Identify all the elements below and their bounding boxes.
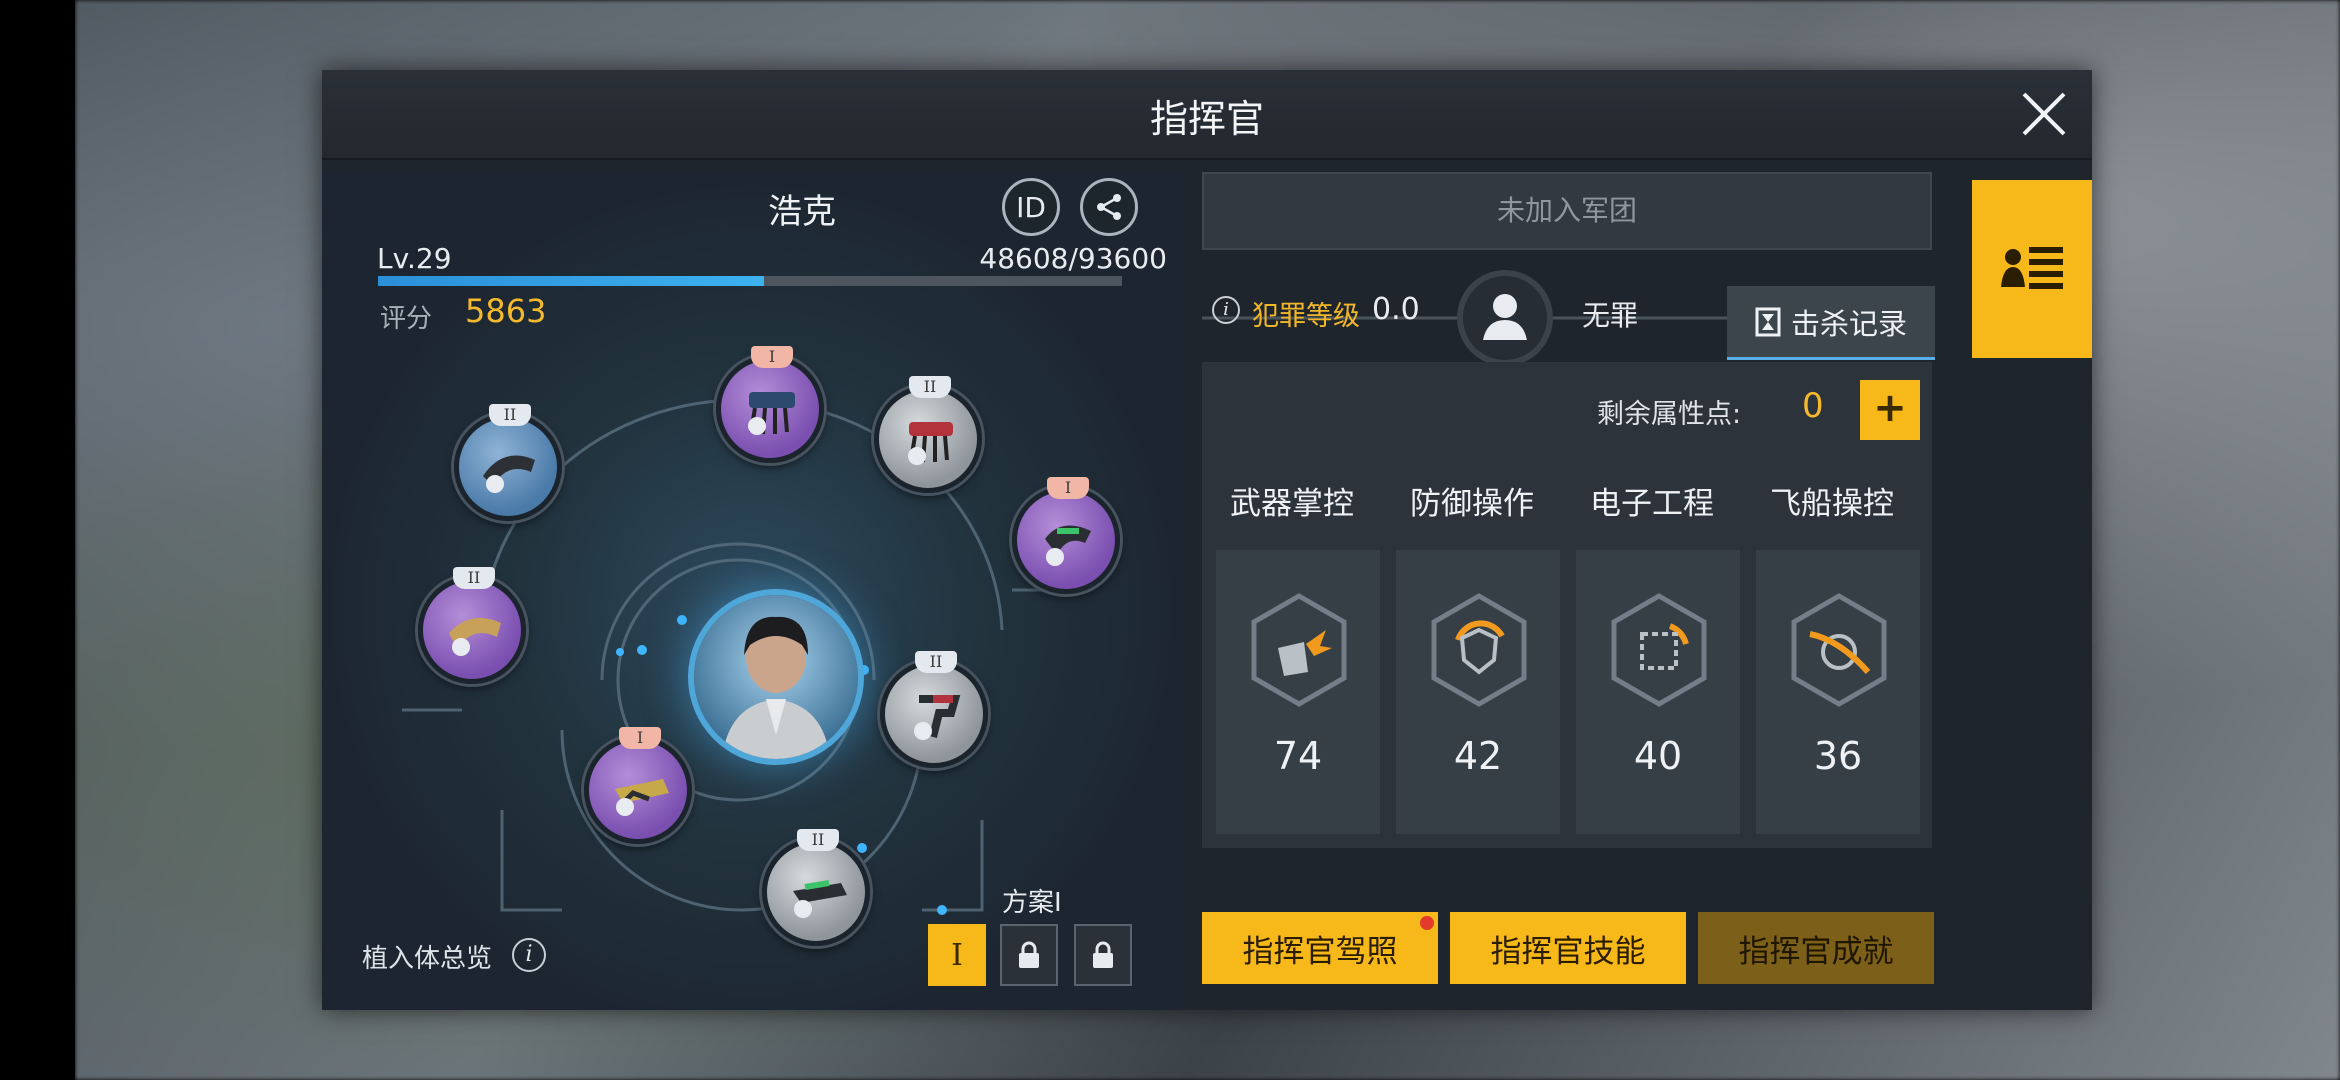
kill-record-label: 击杀记录: [1790, 306, 1907, 341]
implant-device-icon: [1045, 525, 1091, 566]
implant-slot-4[interactable]: I: [1012, 477, 1120, 594]
plan-button-2-locked[interactable]: [1000, 924, 1058, 986]
implant-device-icon: [908, 422, 953, 465]
hourglass-icon: [1755, 307, 1781, 336]
attribute-card: 40: [1576, 550, 1740, 834]
implant-section: 浩克 ID Lv.29 48608/93600 评分 5863 II I II …: [322, 170, 1182, 1010]
notification-dot: [1420, 916, 1434, 930]
attribute-value: 36: [1813, 734, 1863, 778]
lock-icon: [1019, 941, 1039, 968]
implant-slot-6[interactable]: II: [880, 651, 988, 768]
implant-tier-badge: II: [915, 651, 957, 673]
profile-tab[interactable]: [1972, 180, 2092, 358]
attribute-electronics[interactable]: 电子工程 40: [1562, 454, 1740, 838]
implant-device-icon: [793, 880, 847, 918]
plan-button-1[interactable]: I: [928, 924, 986, 986]
id-button[interactable]: ID: [1002, 178, 1060, 236]
attribute-ship-control[interactable]: 飞船操控 36: [1742, 454, 1920, 838]
attribute-weapon[interactable]: 武器掌控 74: [1202, 454, 1380, 838]
commander-license-label: 指挥官驾照: [1242, 933, 1398, 970]
crime-status: 无罪: [1582, 299, 1639, 332]
exp-text: 48608/93600: [979, 242, 1167, 275]
panel-title: 指挥官: [1149, 97, 1264, 141]
implant-device-icon: [615, 779, 669, 816]
info-icon[interactable]: i: [512, 938, 546, 972]
implant-slot-3[interactable]: II: [874, 376, 982, 493]
crime-level-value: 0.0: [1372, 292, 1420, 327]
add-points-button[interactable]: +: [1860, 380, 1920, 440]
implant-slot-5[interactable]: II: [418, 567, 526, 684]
screen-edge: [0, 0, 75, 1080]
implant-device-icon: [914, 695, 961, 740]
implant-overview-label[interactable]: 植入体总览: [362, 938, 492, 975]
exp-bar: [378, 276, 1122, 286]
remaining-points-label: 剩余属性点:: [1597, 399, 1742, 430]
kill-record-button[interactable]: 击杀记录: [1727, 286, 1935, 360]
exp-bar-fill: [378, 276, 765, 286]
implant-slot-2[interactable]: I: [716, 346, 824, 463]
commander-license-button[interactable]: 指挥官驾照: [1202, 912, 1438, 984]
implant-device-icon: [748, 392, 795, 435]
attribute-card: 36: [1756, 550, 1920, 834]
plan-label: 方案I: [1002, 888, 1062, 918]
profile-list-icon: [2001, 247, 2063, 289]
commander-achievements-button[interactable]: 指挥官成就: [1698, 912, 1934, 984]
commander-skills-button[interactable]: 指挥官技能: [1450, 912, 1686, 984]
title-bar: 指挥官: [322, 70, 2092, 160]
implant-slot-1[interactable]: II: [454, 404, 562, 521]
commander-achievements-label: 指挥官成就: [1738, 933, 1894, 970]
implant-tier-badge: II: [489, 404, 531, 426]
close-icon[interactable]: [2018, 88, 2070, 140]
implant-device-icon: [449, 617, 501, 656]
share-button[interactable]: [1080, 178, 1138, 236]
attribute-value: 74: [1273, 734, 1323, 778]
implant-slot-7[interactable]: I: [584, 727, 692, 844]
score-label: 评分: [380, 304, 433, 334]
attribute-name: 飞船操控: [1770, 486, 1894, 522]
remaining-points-value: 0: [1802, 386, 1824, 426]
attribute-value: 40: [1633, 734, 1683, 778]
implant-tier-badge: II: [909, 376, 951, 398]
attribute-value: 42: [1453, 734, 1503, 778]
legion-status[interactable]: 未加入军团: [1202, 172, 1932, 250]
commander-panel: 指挥官 浩克 ID Lv.29 48608/93600 评分 5863 II I…: [322, 70, 2092, 1010]
implant-tier-badge: II: [453, 567, 495, 589]
attribute-name: 武器掌控: [1230, 486, 1354, 522]
lock-icon: [1093, 941, 1113, 968]
weapon-icon: [1251, 593, 1347, 707]
crime-level-label: 犯罪等级: [1252, 301, 1360, 332]
crime-row: i 犯罪等级 0.0 无罪 击杀记录: [1202, 266, 1935, 366]
attribute-card: 74: [1216, 550, 1380, 834]
level-text: Lv.29: [377, 242, 452, 275]
implant-tier-badge: I: [1047, 477, 1089, 499]
implant-slot-8[interactable]: II: [762, 829, 870, 946]
attribute-name: 防御操作: [1410, 486, 1534, 522]
crime-info-icon[interactable]: i: [1212, 296, 1240, 324]
attribute-panel: 剩余属性点: 0 + 武器掌控 74 防御操作 42 电子工程 40 飞船操控 …: [1202, 362, 1932, 848]
implant-tier-badge: I: [619, 727, 661, 749]
plan-button-3-locked[interactable]: [1074, 924, 1132, 986]
attribute-card: 42: [1396, 550, 1560, 834]
shield-icon: [1431, 593, 1527, 707]
implant-device-icon: [483, 455, 535, 493]
ship-icon: [1791, 593, 1887, 707]
commander-avatar[interactable]: [694, 595, 858, 759]
share-icon: [1097, 194, 1121, 220]
person-icon: [1483, 294, 1527, 340]
crime-avatar: [1457, 270, 1553, 366]
chip-icon: [1611, 593, 1707, 707]
implant-tier-badge: I: [751, 346, 793, 368]
commander-name: 浩克: [768, 192, 836, 232]
attribute-name: 电子工程: [1590, 486, 1714, 522]
commander-skills-label: 指挥官技能: [1490, 933, 1646, 970]
implant-tier-badge: II: [797, 829, 839, 851]
attribute-defense[interactable]: 防御操作 42: [1382, 454, 1560, 838]
score-value: 5863: [465, 292, 547, 330]
